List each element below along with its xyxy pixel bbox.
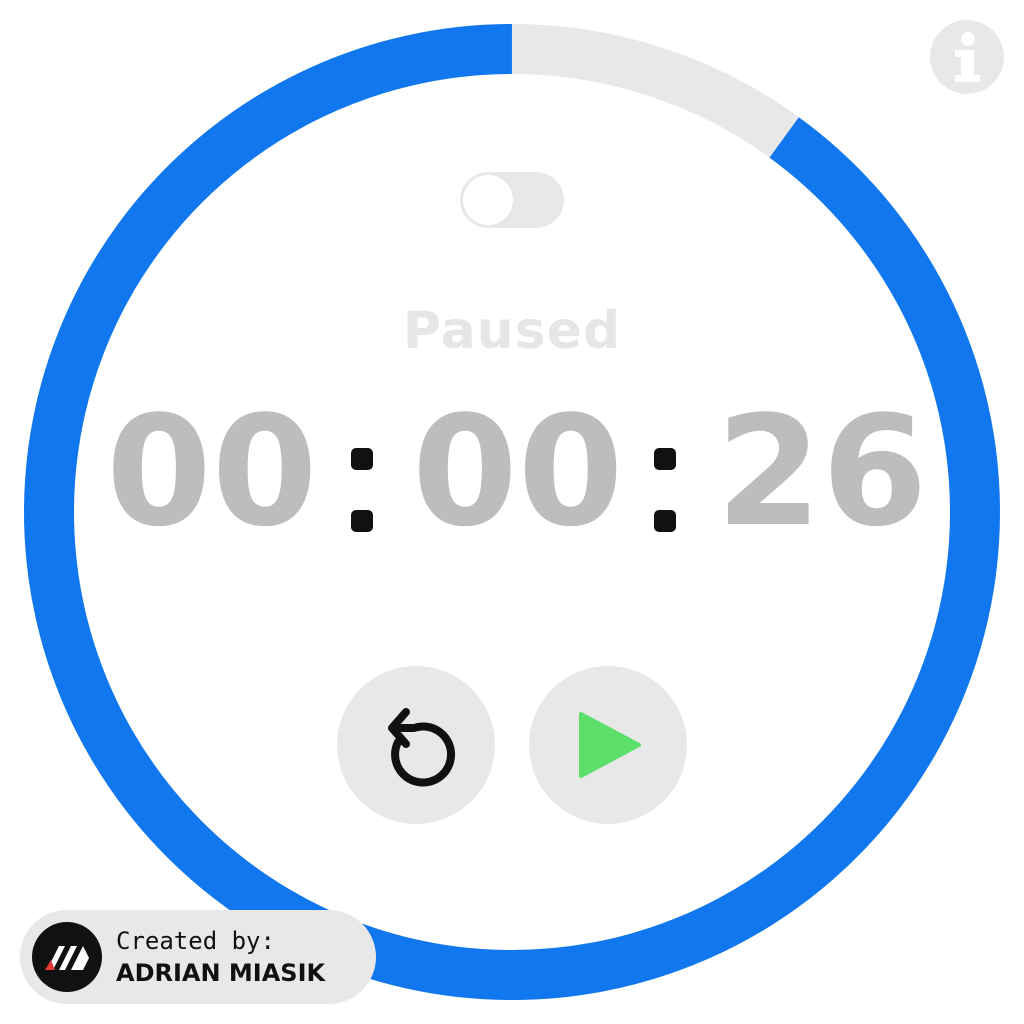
seconds-display: 26 <box>716 383 928 560</box>
author-credit[interactable]: Created by: ADRIAN MIASIK <box>20 910 376 1004</box>
credit-label: Created by: <box>116 927 275 955</box>
author-logo <box>32 922 102 992</box>
info-icon <box>955 32 980 82</box>
credit-author-name: ADRIAN MIASIK <box>116 959 326 987</box>
play-button[interactable] <box>529 666 687 824</box>
mode-toggle[interactable] <box>460 172 564 228</box>
reset-icon <box>388 708 456 787</box>
toggle-knob <box>463 175 513 225</box>
author-logo-icon <box>45 946 89 970</box>
timer-screen: Paused 00 00 26 Created by: ADRIAN MIASI… <box>0 0 1024 1024</box>
time-separator <box>654 448 676 532</box>
timer-status: Paused <box>402 301 622 361</box>
reset-button[interactable] <box>337 666 495 824</box>
minutes-display: 00 <box>412 383 624 560</box>
time-separator <box>351 448 373 532</box>
info-button[interactable] <box>930 20 1004 94</box>
play-icon <box>579 712 641 778</box>
hours-display: 00 <box>106 383 318 560</box>
